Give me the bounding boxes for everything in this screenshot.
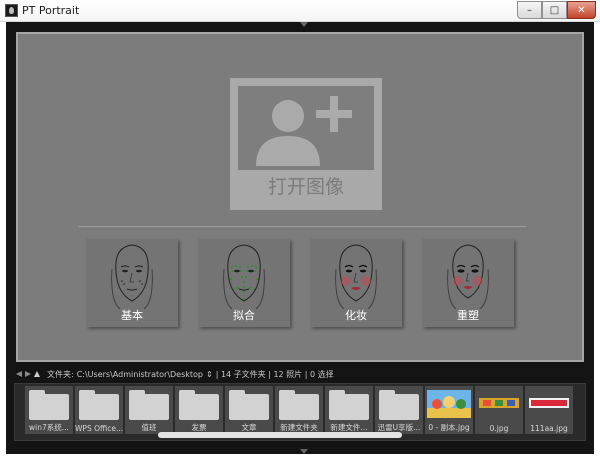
folder-summary: | 14 子文件夹 | 12 照片 | 0 选择 xyxy=(215,369,334,379)
open-image-label: 打开图像 xyxy=(267,176,344,198)
image-thumbnail xyxy=(427,390,471,418)
close-button[interactable]: ✕ xyxy=(567,1,596,19)
mode-basic-label: 基本 xyxy=(121,309,143,322)
main-canvas: 打开图像 基本 拟合 化妆 重塑 xyxy=(16,32,584,362)
mode-fit-label: 拟合 xyxy=(233,309,255,322)
collapse-top-arrow-icon[interactable] xyxy=(300,22,308,27)
filmstrip-item-name: win7系统... xyxy=(29,423,69,432)
minimize-button[interactable]: – xyxy=(517,1,542,19)
collapse-bottom-arrow-icon[interactable] xyxy=(300,449,308,454)
face-basic-icon xyxy=(111,244,153,310)
filmstrip-image[interactable]: 0 - 副本.jpg xyxy=(425,386,473,434)
filmstrip-folder[interactable]: win7系统... xyxy=(25,386,73,434)
folder-icon xyxy=(379,390,419,420)
filmstrip-item-name: 0.jpg xyxy=(489,424,509,433)
folder-icon xyxy=(179,390,219,420)
path-bar: 文件夹: C:\Users\Administrator\Desktop ⇕ | … xyxy=(16,367,584,381)
folder-icon xyxy=(129,390,169,420)
folder-icon xyxy=(229,390,269,420)
folder-path-dropdown[interactable]: C:\Users\Administrator\Desktop xyxy=(77,370,203,379)
filmstrip-folder[interactable]: 迅雷U享版... xyxy=(375,386,423,434)
filmstrip-image[interactable]: 0.jpg xyxy=(475,386,523,434)
mode-makeup-label: 化妆 xyxy=(345,309,367,322)
app-icon xyxy=(5,4,18,17)
filmstrip-folder[interactable]: 新建文件... xyxy=(325,386,373,434)
add-person-icon xyxy=(238,86,374,170)
folder-icon xyxy=(79,390,119,420)
filmstrip-folder[interactable]: 新建文件夹 xyxy=(275,386,323,434)
filmstrip-scrollbar[interactable] xyxy=(158,432,402,438)
up-folder-icon[interactable] xyxy=(34,371,40,377)
mode-basic-button[interactable]: 基本 xyxy=(86,239,178,327)
title-bar: PT Portrait – □ ✕ xyxy=(0,0,600,22)
window-title: PT Portrait xyxy=(22,4,80,17)
filmstrip-item-name: 111aa.jpg xyxy=(530,424,568,433)
folder-icon xyxy=(279,390,319,420)
mode-reshape-label: 重塑 xyxy=(457,309,479,322)
filmstrip-folder[interactable]: 值班 xyxy=(125,386,173,434)
filmstrip-folder[interactable]: WPS Office... xyxy=(75,386,123,434)
maximize-button[interactable]: □ xyxy=(542,1,567,19)
face-fit-icon xyxy=(223,244,265,310)
filmstrip-folder[interactable]: 发票 xyxy=(175,386,223,434)
filmstrip-image[interactable]: 111aa.jpg xyxy=(525,386,573,434)
folder-prefix-label: 文件夹: xyxy=(47,369,74,379)
back-arrow-icon[interactable] xyxy=(16,371,22,377)
open-image-button[interactable]: 打开图像 xyxy=(230,78,382,210)
folder-icon xyxy=(329,390,369,420)
mode-fit-button[interactable]: 拟合 xyxy=(198,239,290,327)
filmstrip-item-name: WPS Office... xyxy=(75,424,123,433)
filmstrip-folder[interactable]: 文章 xyxy=(225,386,273,434)
image-thumbnail xyxy=(477,390,521,418)
forward-arrow-icon[interactable] xyxy=(25,371,31,377)
face-reshape-icon xyxy=(447,244,489,310)
dropdown-arrows-icon[interactable]: ⇕ xyxy=(206,370,213,379)
divider xyxy=(78,226,526,227)
folder-icon xyxy=(29,390,69,420)
image-thumbnail xyxy=(527,390,571,418)
mode-makeup-button[interactable]: 化妆 xyxy=(310,239,402,327)
face-makeup-icon xyxy=(335,244,377,310)
filmstrip-item-name: 0 - 副本.jpg xyxy=(428,423,470,432)
workspace: 打开图像 基本 拟合 化妆 重塑 文件夹: C:\Users\Administr… xyxy=(6,22,594,454)
mode-reshape-button[interactable]: 重塑 xyxy=(422,239,514,327)
